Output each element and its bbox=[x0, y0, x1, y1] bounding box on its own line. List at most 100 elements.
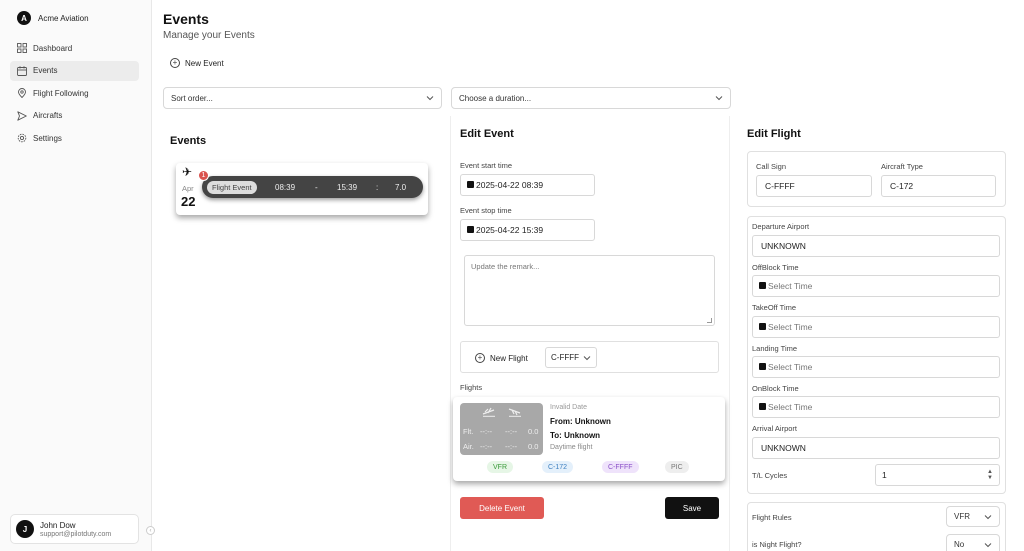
arrival-airport-input[interactable]: UNKNOWN bbox=[752, 437, 1000, 459]
remark-textarea[interactable]: Update the remark... bbox=[464, 255, 715, 326]
calendar-icon bbox=[759, 362, 766, 370]
air-time-from: --:-- bbox=[480, 442, 493, 451]
time-placeholder: Select Time bbox=[768, 402, 813, 412]
flight-rules-label: Flight Rules bbox=[752, 513, 792, 522]
flight-time-from: --:-- bbox=[480, 427, 493, 436]
save-button[interactable]: Save bbox=[665, 497, 719, 519]
chevron-down-icon bbox=[426, 96, 434, 101]
flight-rules-chip: VFR bbox=[487, 461, 513, 473]
air-time-to: --:-- bbox=[505, 442, 518, 451]
user-name: John Dow bbox=[40, 520, 76, 530]
sidebar-item-label: Settings bbox=[33, 133, 62, 143]
takeoff-icon bbox=[482, 407, 495, 417]
call-sign-label: Call Sign bbox=[756, 162, 787, 171]
landing-time-input[interactable]: Select Time bbox=[752, 356, 1000, 378]
event-start-time: 08:39 bbox=[275, 182, 296, 192]
flight-to: To: Unknown bbox=[550, 431, 601, 440]
sidebar-item-settings[interactable]: Settings bbox=[10, 128, 139, 148]
delete-event-button[interactable]: Delete Event bbox=[460, 497, 544, 519]
onblock-time-label: OnBlock Time bbox=[752, 384, 799, 393]
role-chip: PIC bbox=[665, 461, 689, 473]
takeoff-time-label: TakeOff Time bbox=[752, 303, 797, 312]
calendar-icon bbox=[759, 322, 766, 330]
departure-airport-label: Departure Airport bbox=[752, 222, 810, 231]
plus-circle-icon: + bbox=[475, 353, 485, 363]
flight-time-to: --:-- bbox=[505, 427, 518, 436]
plus-circle-icon: + bbox=[170, 58, 180, 68]
departure-airport-input[interactable]: UNKNOWN bbox=[752, 235, 1000, 257]
chevron-down-icon bbox=[583, 355, 591, 360]
flight-from: From: Unknown bbox=[550, 417, 611, 426]
grid-icon bbox=[17, 43, 27, 53]
calendar-icon bbox=[17, 65, 27, 76]
flight-rules-select[interactable]: VFR bbox=[946, 506, 1000, 527]
user-card[interactable]: J John Dow support@pilotduty.com bbox=[10, 514, 139, 544]
sidebar-item-aircrafts[interactable]: Aircrafts bbox=[10, 106, 139, 126]
event-type-tag: Flight Event bbox=[207, 180, 257, 194]
sort-order-placeholder: Sort order... bbox=[171, 93, 213, 103]
new-flight-label: New Flight bbox=[490, 353, 528, 363]
air-time-label: Air. bbox=[463, 442, 474, 451]
remark-placeholder: Update the remark... bbox=[471, 262, 540, 271]
sidebar-nav: Dashboard Events Flight Following Aircra… bbox=[10, 38, 139, 151]
sidebar-item-label: Events bbox=[33, 66, 58, 75]
aircraft-type-label: Aircraft Type bbox=[881, 162, 923, 171]
calendar-icon bbox=[759, 281, 766, 289]
arrival-airport-label: Arrival Airport bbox=[752, 424, 798, 433]
event-duration-separator: : bbox=[376, 182, 379, 192]
call-sign-input[interactable]: C-FFFF bbox=[756, 175, 872, 197]
sidebar-item-label: Dashboard bbox=[33, 43, 73, 53]
resize-handle-icon[interactable] bbox=[707, 318, 712, 323]
onblock-time-input[interactable]: Select Time bbox=[752, 396, 1000, 418]
flight-card[interactable]: Flt. --:-- --:-- 0.0 Air. --:-- --:-- 0.… bbox=[453, 397, 725, 481]
brand-logo: A bbox=[17, 11, 31, 25]
brand[interactable]: A Acme Aviation bbox=[17, 11, 89, 25]
event-stop-input[interactable]: 2025-04-22 15:39 bbox=[460, 219, 595, 241]
brand-name: Acme Aviation bbox=[38, 13, 89, 23]
new-flight-button[interactable]: + New Flight bbox=[475, 353, 528, 363]
event-duration: 7.0 bbox=[395, 182, 407, 192]
event-month: Apr bbox=[182, 184, 194, 193]
location-pin-icon bbox=[17, 88, 27, 98]
sidebar-item-label: Aircrafts bbox=[33, 111, 63, 120]
duration-select[interactable]: Choose a duration... bbox=[451, 87, 731, 109]
event-start-value: 2025-04-22 08:39 bbox=[476, 180, 544, 190]
event-start-input[interactable]: 2025-04-22 08:39 bbox=[460, 174, 595, 196]
flight-time-value: 0.0 bbox=[528, 427, 539, 436]
flight-times-block: Flt. --:-- --:-- 0.0 Air. --:-- --:-- 0.… bbox=[460, 403, 543, 455]
events-title: Events bbox=[170, 135, 207, 147]
time-placeholder: Select Time bbox=[768, 281, 813, 291]
sidebar-item-dashboard[interactable]: Dashboard bbox=[10, 38, 139, 58]
new-event-button[interactable]: + New Event bbox=[170, 58, 224, 68]
sidebar: A Acme Aviation Dashboard Events Flight … bbox=[0, 0, 152, 551]
send-icon bbox=[17, 110, 27, 121]
event-stop-label: Event stop time bbox=[460, 206, 512, 215]
flights-label: Flights bbox=[460, 383, 483, 392]
avatar: J bbox=[16, 520, 34, 538]
time-placeholder: Select Time bbox=[768, 362, 813, 372]
new-flight-bar: + New Flight C-FFFF bbox=[460, 341, 719, 373]
sidebar-item-flight-following[interactable]: Flight Following bbox=[10, 83, 139, 103]
aircraft-type-input[interactable]: C-172 bbox=[881, 175, 996, 197]
airplane-icon: ✈ bbox=[182, 165, 193, 179]
chevron-down-icon bbox=[715, 96, 723, 101]
night-flight-select[interactable]: No bbox=[946, 534, 1000, 551]
flight-rules-value: VFR bbox=[954, 512, 970, 521]
flight-daytime: Daytime flight bbox=[550, 444, 593, 451]
aircraft-select[interactable]: C-FFFF bbox=[545, 347, 597, 368]
sidebar-item-events[interactable]: Events bbox=[10, 60, 139, 81]
offblock-time-label: OffBlock Time bbox=[752, 263, 799, 272]
chevron-left-icon: ‹ bbox=[149, 527, 152, 534]
event-summary-pill[interactable]: Flight Event 08:39 - 15:39 : 7.0 bbox=[202, 176, 423, 198]
tl-cycles-input[interactable]: 1 ▲ ▼ bbox=[875, 464, 1000, 486]
stepper-arrows-icon[interactable]: ▲ ▼ bbox=[986, 469, 994, 481]
event-card[interactable]: ✈ Apr 22 Flight Event 08:39 - 15:39 : 7.… bbox=[176, 163, 428, 215]
chevron-down-icon bbox=[984, 514, 992, 519]
edit-flight-title: Edit Flight bbox=[747, 128, 801, 140]
collapse-sidebar-button[interactable]: ‹ bbox=[146, 526, 155, 535]
offblock-time-input[interactable]: Select Time bbox=[752, 275, 1000, 297]
sort-order-select[interactable]: Sort order... bbox=[163, 87, 442, 109]
page-title: Events bbox=[163, 11, 209, 27]
night-flight-label: is Night Flight? bbox=[752, 540, 802, 549]
takeoff-time-input[interactable]: Select Time bbox=[752, 316, 1000, 338]
